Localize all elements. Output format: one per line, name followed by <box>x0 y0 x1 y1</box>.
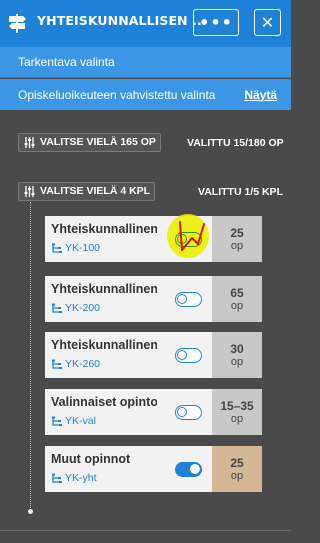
course-card[interactable]: Yhteiskunnallinen ... YK-200 65 op <box>45 276 262 322</box>
remaining-count-chip[interactable]: VALITSE VIELÄ 4 KPL <box>18 181 156 201</box>
tree-icon <box>52 303 62 313</box>
credits-unit: op <box>230 470 244 482</box>
remaining-credits-chip[interactable]: VALITSE VIELÄ 165 OP <box>18 132 161 152</box>
tree-connector-line <box>30 202 31 512</box>
credits-unit: op <box>230 356 244 368</box>
course-code-label: YK-yht <box>65 472 97 484</box>
toggle-knob <box>177 407 187 417</box>
credits-value: 65 <box>230 286 244 300</box>
select-toggle[interactable] <box>175 348 202 363</box>
credits-value: 25 <box>230 226 244 240</box>
sliders-icon <box>24 185 35 197</box>
show-link[interactable]: Näytä <box>244 88 277 102</box>
chip-label: VALITSE VIELÄ 165 OP <box>40 136 156 148</box>
chip-label: VALITSE VIELÄ 4 KPL <box>40 185 151 197</box>
credits-value: 30 <box>230 342 244 356</box>
select-toggle[interactable] <box>175 462 202 477</box>
bottom-divider <box>0 530 291 531</box>
tree-icon <box>52 359 62 369</box>
tree-end-dot <box>28 509 33 514</box>
credits-box: 15–35 op <box>212 389 262 435</box>
signpost-icon <box>9 14 26 33</box>
course-name: Yhteiskunnallinen ... <box>51 222 157 236</box>
course-code[interactable]: YK-200 <box>51 302 100 314</box>
section-header-total: VALITSE VIELÄ 165 OP <box>18 132 161 152</box>
selected-count-status: VALITTU 1/5 KPL <box>198 186 283 198</box>
course-name: Yhteiskunnallinen ... <box>51 338 157 352</box>
tree-icon <box>52 243 62 253</box>
credits-box: 65 op <box>212 276 262 322</box>
section-header-modules: VALITSE VIELÄ 4 KPL <box>18 181 156 201</box>
course-code-label: YK-260 <box>65 358 101 370</box>
course-code-label: YK-val <box>65 415 96 427</box>
refine-selection-bar: Tarkentava valinta <box>0 47 291 78</box>
credits-box: 30 op <box>212 332 262 378</box>
confirmed-selection-bar: Opiskeluoikeuteen vahvistettu valinta Nä… <box>0 79 291 110</box>
course-code[interactable]: YK-100 <box>51 242 100 254</box>
more-options-button[interactable]: ••• <box>193 9 239 36</box>
course-card[interactable]: Yhteiskunnallinen ... YK-260 30 op <box>45 332 262 378</box>
tree-icon <box>52 473 62 483</box>
credits-box: 25 op <box>212 216 262 262</box>
course-code-label: YK-100 <box>65 242 101 254</box>
credits-value: 25 <box>230 456 244 470</box>
select-toggle[interactable] <box>175 405 202 420</box>
sliders-icon <box>24 136 35 148</box>
course-card[interactable]: Valinnaiset opintot YK-val 15–35 op <box>45 389 262 435</box>
credits-value: 15–35 <box>220 399 254 413</box>
course-name: Muut opinnot <box>51 452 131 466</box>
close-icon: ✕ <box>260 13 275 32</box>
credits-unit: op <box>230 240 244 252</box>
credits-unit: op <box>230 300 244 312</box>
tree-icon <box>52 416 62 426</box>
confirmed-selection-label: Opiskeluoikeuteen vahvistettu valinta <box>18 87 216 102</box>
course-name: Yhteiskunnallinen ... <box>51 282 157 296</box>
selected-credits-status: VALITTU 15/180 OP <box>187 137 284 149</box>
toggle-knob <box>177 350 187 360</box>
annotation-scribble <box>179 221 205 251</box>
course-card[interactable]: Muut opinnot YK-yht 25 op <box>45 446 262 492</box>
course-code[interactable]: YK-yht <box>51 472 97 484</box>
course-code[interactable]: YK-val <box>51 415 96 427</box>
course-name: Valinnaiset opintot <box>51 395 157 409</box>
toggle-knob <box>177 294 187 304</box>
course-code-label: YK-200 <box>65 302 101 314</box>
toggle-knob <box>190 464 200 474</box>
more-icon: ••• <box>199 13 233 32</box>
app-header: YHTEISKUNNALLISEN ... ••• ✕ <box>0 0 291 47</box>
course-code[interactable]: YK-260 <box>51 358 100 370</box>
credits-unit: op <box>230 413 244 425</box>
page-title: YHTEISKUNNALLISEN ... <box>37 13 207 28</box>
course-card[interactable]: Yhteiskunnallinen ... YK-100 25 op <box>45 216 262 262</box>
select-toggle[interactable] <box>175 292 202 307</box>
refine-selection-label: Tarkentava valinta <box>18 55 115 69</box>
credits-box: 25 op <box>212 446 262 492</box>
close-button[interactable]: ✕ <box>254 9 281 36</box>
